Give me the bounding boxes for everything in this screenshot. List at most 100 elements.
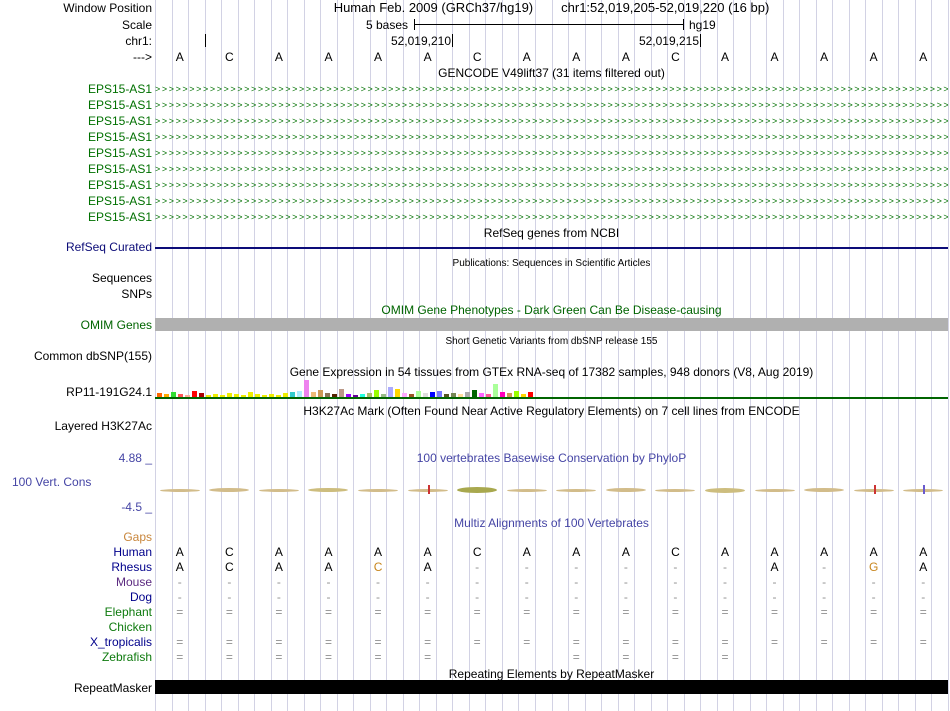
alignment-base: = xyxy=(771,635,779,649)
alignment-base: - xyxy=(276,575,281,589)
track-label-gene[interactable]: EPS15-AS1 xyxy=(0,113,152,129)
gtex-tissue-bar[interactable] xyxy=(493,384,498,397)
gene-transcript-row[interactable]: EPS15-AS1 >>>>>>>>>>>>>>>>>>>>>>>>>>>>>>>… xyxy=(0,161,950,177)
refseq-gene-line[interactable] xyxy=(155,247,948,249)
track-label-refseq-curated[interactable]: RefSeq Curated xyxy=(0,240,152,254)
gtex-tissue-bar[interactable] xyxy=(318,390,323,397)
gene-transcript-row[interactable]: EPS15-AS1 >>>>>>>>>>>>>>>>>>>>>>>>>>>>>>>… xyxy=(0,113,950,129)
gene-intron-arrows[interactable]: >>>>>>>>>>>>>>>>>>>>>>>>>>>>>>>>>>>>>>>>… xyxy=(155,161,948,177)
species-label[interactable]: Dog xyxy=(0,590,152,605)
alignment-base: A xyxy=(324,545,333,559)
ruler-coord-left: 52,019,210 xyxy=(390,34,451,48)
gene-intron-arrows[interactable]: >>>>>>>>>>>>>>>>>>>>>>>>>>>>>>>>>>>>>>>>… xyxy=(155,145,948,161)
species-label[interactable]: Human xyxy=(0,545,152,560)
track-title-conservation[interactable]: 100 vertebrates Basewise Conservation by… xyxy=(155,451,948,465)
track-label-100-vert-cons[interactable]: 100 Vert. Cons xyxy=(0,475,152,489)
gtex-expression-bars[interactable] xyxy=(155,378,948,397)
alignment-base: A xyxy=(621,545,630,559)
track-label-gtex-gene[interactable]: RP11-191G24.1 xyxy=(0,385,152,399)
gene-intron-arrows[interactable]: >>>>>>>>>>>>>>>>>>>>>>>>>>>>>>>>>>>>>>>>… xyxy=(155,129,948,145)
multiz-row-dog[interactable]: Dog - - - - - - - - - - - - - - - - xyxy=(0,590,950,605)
gene-transcript-row[interactable]: EPS15-AS1 >>>>>>>>>>>>>>>>>>>>>>>>>>>>>>>… xyxy=(0,177,950,193)
multiz-row-x_tropicalis[interactable]: X_tropicalis = = = = = = = = = = = = = = = = xyxy=(0,635,950,650)
track-title-multiz[interactable]: Multiz Alignments of 100 Vertebrates xyxy=(155,516,948,530)
track-label-sequences[interactable]: Sequences xyxy=(0,271,152,285)
track-label-gene[interactable]: EPS15-AS1 xyxy=(0,209,152,225)
track-title-gencode[interactable]: GENCODE V49lift37 (31 items filtered out… xyxy=(155,66,948,80)
track-title-publications[interactable]: Publications: Sequences in Scientific Ar… xyxy=(155,257,948,271)
alignment-base: = xyxy=(671,650,679,664)
gene-intron-arrows[interactable]: >>>>>>>>>>>>>>>>>>>>>>>>>>>>>>>>>>>>>>>>… xyxy=(155,97,948,113)
gene-intron-arrows[interactable]: >>>>>>>>>>>>>>>>>>>>>>>>>>>>>>>>>>>>>>>>… xyxy=(155,113,948,129)
species-label[interactable]: Rhesus xyxy=(0,560,152,575)
track-title-gtex[interactable]: Gene Expression in 54 tissues from GTEx … xyxy=(155,365,948,379)
species-label[interactable]: Chicken xyxy=(0,620,152,635)
track-label-gene[interactable]: EPS15-AS1 xyxy=(0,145,152,161)
track-label-gene[interactable]: EPS15-AS1 xyxy=(0,97,152,113)
gtex-tissue-bar[interactable] xyxy=(395,389,400,397)
gene-transcript-row[interactable]: EPS15-AS1 >>>>>>>>>>>>>>>>>>>>>>>>>>>>>>>… xyxy=(0,129,950,145)
multiz-row-mouse[interactable]: Mouse - - - - - - - - - - - - - - - - xyxy=(0,575,950,590)
omim-genes-bar[interactable] xyxy=(155,318,948,331)
track-title-h3k27ac[interactable]: H3K27Ac Mark (Often Found Near Active Re… xyxy=(155,404,948,418)
multiz-row-chicken[interactable]: Chicken xyxy=(0,620,950,635)
track-title-refseq[interactable]: RefSeq genes from NCBI xyxy=(155,226,948,240)
gtex-baseline xyxy=(155,397,948,399)
conservation-min-label: -4.5 _ xyxy=(121,500,152,514)
alignment-base: C xyxy=(671,545,680,559)
gene-transcript-row[interactable]: EPS15-AS1 >>>>>>>>>>>>>>>>>>>>>>>>>>>>>>>… xyxy=(0,81,950,97)
alignment-base xyxy=(502,530,552,545)
alignment-base: - xyxy=(376,575,381,589)
gene-intron-arrows[interactable]: >>>>>>>>>>>>>>>>>>>>>>>>>>>>>>>>>>>>>>>>… xyxy=(155,177,948,193)
gene-intron-arrows[interactable]: >>>>>>>>>>>>>>>>>>>>>>>>>>>>>>>>>>>>>>>>… xyxy=(155,209,948,225)
track-label-layered-h3k27ac[interactable]: Layered H3K27Ac xyxy=(0,419,152,433)
gtex-tissue-bar[interactable] xyxy=(388,387,393,397)
gtex-tissue-bar[interactable] xyxy=(472,390,477,397)
alignment-base: = xyxy=(572,650,580,664)
gtex-tissue-bar[interactable] xyxy=(304,380,309,397)
track-label-repeatmasker[interactable]: RepeatMasker xyxy=(0,681,152,695)
alignment-base xyxy=(898,620,948,635)
alignment-base: = xyxy=(919,635,927,649)
gtex-tissue-bar[interactable] xyxy=(374,390,379,397)
species-label[interactable]: Gaps xyxy=(0,530,152,545)
gtex-tissue-bar[interactable] xyxy=(339,389,344,397)
track-label-gene[interactable]: EPS15-AS1 xyxy=(0,193,152,209)
dna-sequence: ACAAAACAAACAAAAA xyxy=(155,50,948,65)
track-title-repeatmasker[interactable]: Repeating Elements by RepeatMasker xyxy=(155,667,948,681)
species-label[interactable]: Mouse xyxy=(0,575,152,590)
alignment-base: A xyxy=(423,545,432,559)
track-label-gene[interactable]: EPS15-AS1 xyxy=(0,177,152,193)
track-label-common-dbsnp[interactable]: Common dbSNP(155) xyxy=(0,349,152,363)
track-label-gene[interactable]: EPS15-AS1 xyxy=(0,129,152,145)
track-label-gene[interactable]: EPS15-AS1 xyxy=(0,161,152,177)
alignment-base xyxy=(601,620,651,635)
species-label[interactable]: Elephant xyxy=(0,605,152,620)
multiz-row-rhesus[interactable]: Rhesus A C A A C A - - - - - - A - G A xyxy=(0,560,950,575)
multiz-row-zebrafish[interactable]: Zebrafish = = = = = = = = = = xyxy=(0,650,950,665)
alignment-base: - xyxy=(673,575,678,589)
gene-intron-arrows[interactable]: >>>>>>>>>>>>>>>>>>>>>>>>>>>>>>>>>>>>>>>>… xyxy=(155,81,948,97)
track-label-snps[interactable]: SNPs xyxy=(0,287,152,301)
base-letter: A xyxy=(274,50,283,64)
alignment-base: - xyxy=(822,575,827,589)
alignment-base: = xyxy=(424,605,432,619)
gene-transcript-row[interactable]: EPS15-AS1 >>>>>>>>>>>>>>>>>>>>>>>>>>>>>>>… xyxy=(0,145,950,161)
multiz-row-human[interactable]: Human A C A A A A C A A A C A A A A A xyxy=(0,545,950,560)
gene-intron-arrows[interactable]: >>>>>>>>>>>>>>>>>>>>>>>>>>>>>>>>>>>>>>>>… xyxy=(155,193,948,209)
repeatmasker-bar[interactable] xyxy=(155,680,948,694)
alignment-base xyxy=(898,530,948,545)
alignment-base: - xyxy=(623,575,628,589)
track-title-dbsnp[interactable]: Short Genetic Variants from dbSNP releas… xyxy=(155,335,948,349)
species-label[interactable]: X_tropicalis xyxy=(0,635,152,650)
gene-transcript-row[interactable]: EPS15-AS1 >>>>>>>>>>>>>>>>>>>>>>>>>>>>>>>… xyxy=(0,209,950,225)
alignment-base: - xyxy=(227,590,232,604)
multiz-row-elephant[interactable]: Elephant = = = = = = = = = = = = = = = = xyxy=(0,605,950,620)
track-label-gene[interactable]: EPS15-AS1 xyxy=(0,81,152,97)
species-label[interactable]: Zebrafish xyxy=(0,650,152,665)
gene-transcript-row[interactable]: EPS15-AS1 >>>>>>>>>>>>>>>>>>>>>>>>>>>>>>>… xyxy=(0,193,950,209)
multiz-row-gaps[interactable]: Gaps xyxy=(0,530,950,545)
track-label-omim-genes[interactable]: OMIM Genes xyxy=(0,318,152,332)
gene-transcript-row[interactable]: EPS15-AS1 >>>>>>>>>>>>>>>>>>>>>>>>>>>>>>>… xyxy=(0,97,950,113)
track-title-omim[interactable]: OMIM Gene Phenotypes - Dark Green Can Be… xyxy=(155,303,948,317)
